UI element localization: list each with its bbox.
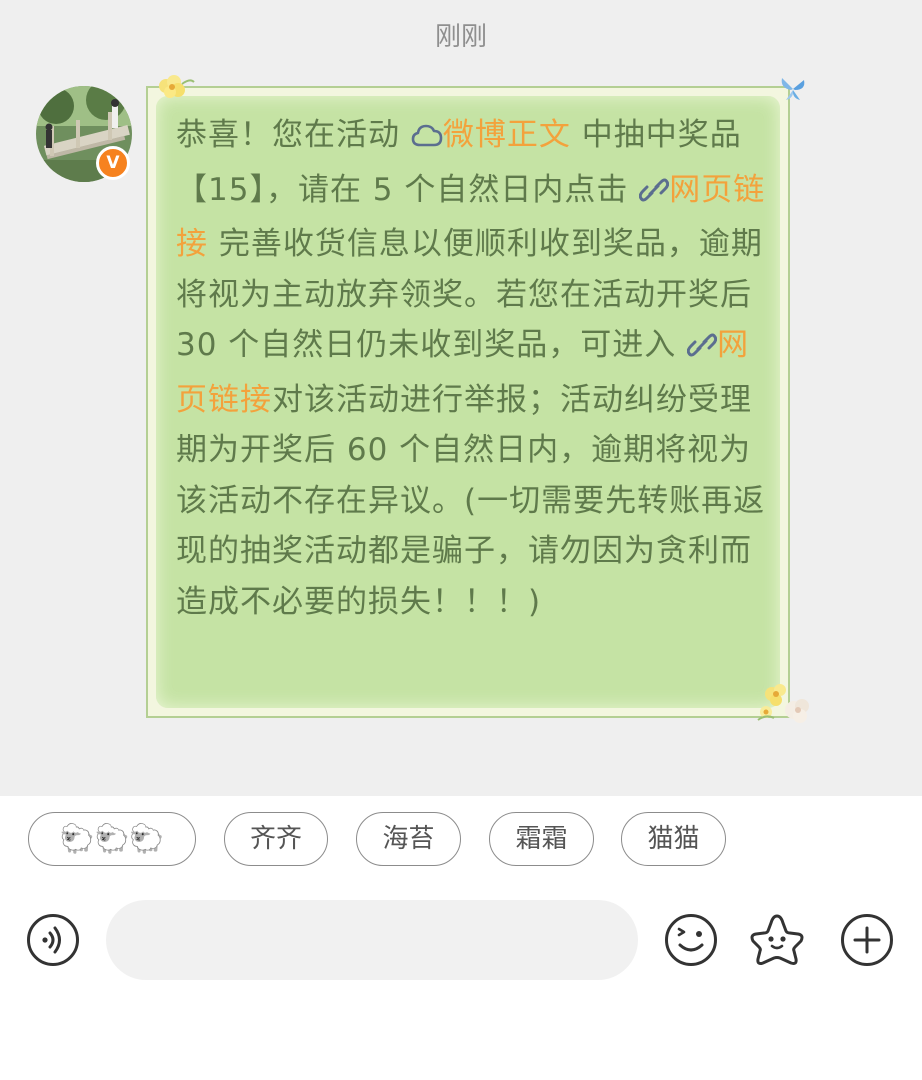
quick-reply-chip[interactable]: 猫猫	[621, 812, 726, 866]
message-text-segment: 完善收货信息以便顺利收到奖品，逾期将视为主动放弃领奖。若您在活动开奖后 30 个…	[176, 226, 763, 363]
message-timestamp: 刚刚	[434, 22, 487, 52]
link-label: 微博正文	[442, 117, 571, 153]
emoji-icon[interactable]	[664, 913, 718, 967]
quick-reply-chip[interactable]: 海苔	[356, 812, 461, 866]
link-icon	[686, 324, 718, 375]
weibo-cloud-icon	[411, 114, 443, 165]
chat-area: 刚刚 V 恭喜！您在活动 微博正文 中抽中奖品【15】，请在 5 个自然日内点击…	[0, 0, 922, 796]
message-bubble[interactable]: 恭喜！您在活动 微博正文 中抽中奖品【15】，请在 5 个自然日内点击 网页链接…	[146, 86, 790, 718]
add-icon[interactable]	[840, 913, 894, 967]
butterfly-icon	[781, 78, 805, 100]
message-input[interactable]	[106, 900, 638, 980]
verified-badge: V	[96, 146, 130, 180]
link-icon	[638, 169, 670, 220]
flower-cluster-icon	[757, 684, 809, 723]
avatar[interactable]: V	[36, 86, 132, 182]
star-sticker-icon[interactable]	[748, 912, 806, 968]
quick-reply-bar: 🐑🐑🐑 齐齐 海苔 霜霜 猫猫	[0, 812, 922, 868]
message-text-segment: 恭喜！您在活动	[176, 117, 411, 153]
message-text: 恭喜！您在活动 微博正文 中抽中奖品【15】，请在 5 个自然日内点击 网页链接…	[176, 110, 766, 627]
flower-decoration-icon	[159, 75, 195, 98]
voice-icon[interactable]	[26, 913, 80, 967]
input-toolbar	[0, 900, 922, 980]
quick-reply-chip[interactable]: 齐齐	[224, 812, 328, 866]
weibo-post-link[interactable]: 微博正文	[411, 117, 571, 153]
quick-reply-chip[interactable]: 霜霜	[489, 812, 594, 866]
quick-reply-chip[interactable]: 🐑🐑🐑	[28, 812, 196, 866]
